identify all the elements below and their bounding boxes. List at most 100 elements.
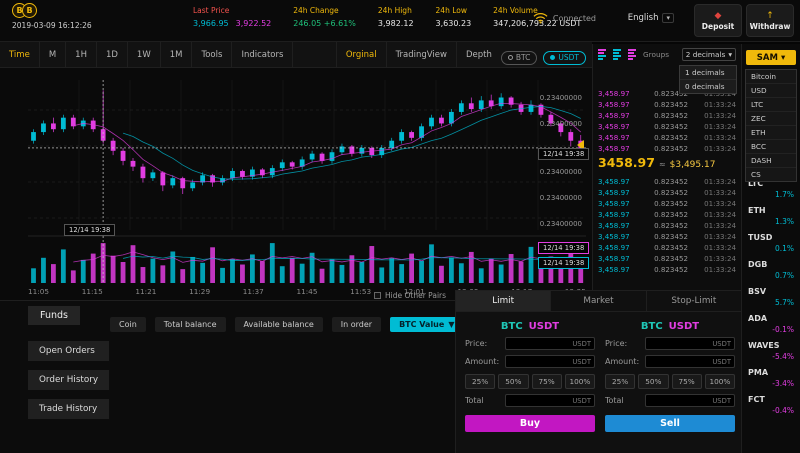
toolbar-m[interactable]: M — [40, 42, 67, 67]
candlestick-chart-area[interactable]: 0.23400000 0.23400000 0.23400000 0.23400000… — [0, 68, 592, 300]
toolbar-1w[interactable]: 1W — [128, 42, 161, 67]
trade-tab-stop-limit[interactable]: Stop-Limit — [647, 291, 741, 311]
market-option-bcc[interactable]: BCC — [746, 140, 796, 154]
price-cell: 3,458.97 — [598, 199, 630, 208]
market-option-ltc[interactable]: LTC — [746, 98, 796, 112]
market-option-usd[interactable]: USD — [746, 84, 796, 98]
orderbook-view-sells-icon[interactable] — [628, 49, 639, 60]
total-input[interactable]: USDT — [645, 394, 735, 407]
time-tick: 11:53 — [350, 287, 372, 296]
groups-option[interactable]: 0 decimals — [680, 79, 736, 93]
order-book-row[interactable]: 3,458.97 0.823452 01:33:24 — [593, 121, 741, 132]
coin-row-tusd[interactable]: TUSD 0.1% — [742, 230, 800, 257]
coin-row-bsv[interactable]: BSV 5.7% — [742, 284, 800, 311]
time-cell: 01:33:24 — [704, 188, 736, 197]
pair-toggle-usdt[interactable]: USDT — [543, 50, 586, 65]
toolbar-orginal[interactable]: Orginal — [335, 42, 386, 67]
coin-row-waves[interactable]: WAVES -5.4% — [742, 338, 800, 365]
order-book-row[interactable]: 3,458.97 0.823452 01:33:24 — [593, 143, 741, 154]
order-book-row[interactable]: 3,458.97 0.823452 01:33:24 — [593, 187, 741, 198]
price-input[interactable]: USDT — [505, 337, 595, 350]
percent-button-25[interactable]: 25% — [465, 374, 496, 389]
market-option-zec[interactable]: ZEC — [746, 112, 796, 126]
btc-value-select[interactable]: BTC Value ▼ — [390, 317, 464, 332]
coin-row-ada[interactable]: ADA -0.1% — [742, 311, 800, 338]
toolbar-tradingview[interactable]: TradingView — [385, 42, 456, 67]
order-book-row[interactable]: 3,458.97 0.823452 01:33:24 — [593, 176, 741, 187]
order-book-row[interactable]: 3,458.97 0.823452 01:33:24 — [593, 110, 741, 121]
order-book-row[interactable]: 3,458.97 0.823452 01:33:24 — [593, 99, 741, 110]
groups-option[interactable]: 1 decimals — [680, 66, 736, 79]
candlestick-chart[interactable] — [28, 80, 586, 285]
deposit-button[interactable]: ◆ Deposit — [694, 4, 742, 37]
funds-tab-trade-history[interactable]: Trade History — [28, 399, 110, 419]
order-book-row[interactable]: 3,458.97 0.823452 01:33:24 — [593, 220, 741, 231]
chart-toolbar: Time M 1H 1D 1W 1M Tools Indicators Orginal Trad… — [0, 42, 592, 68]
toolbar-1h[interactable]: 1H — [66, 42, 97, 67]
funds-column-available-balance[interactable]: Available balance — [234, 317, 323, 332]
coin-row-fct[interactable]: FCT -0.4% — [742, 392, 800, 419]
buy-button[interactable]: Buy — [465, 415, 595, 432]
orderbook-view-both-icon[interactable] — [598, 49, 609, 60]
sell-button[interactable]: Sell — [605, 415, 735, 432]
hide-other-pairs-checkbox[interactable]: Hide Other Pairs — [374, 291, 446, 300]
stat-label: 24h High — [377, 6, 412, 15]
unit-label: USDT — [712, 358, 731, 366]
groups-selected: 2 decimals — [685, 50, 726, 59]
market-option-eth[interactable]: ETH — [746, 126, 796, 140]
funds-column-total-balance[interactable]: Total balance — [154, 317, 226, 332]
toolbar-depth[interactable]: Depth — [455, 42, 501, 67]
header-stat: 24h Change 246.05 +6.61% — [293, 6, 356, 28]
language-selector[interactable]: English ▾ — [628, 13, 674, 23]
order-book-row[interactable]: 3,458.97 0.823452 01:33:24 — [593, 242, 741, 253]
stat-label: 24h Change — [293, 6, 339, 15]
amount-label: Amount: — [465, 357, 500, 366]
percent-button-25[interactable]: 25% — [605, 374, 636, 389]
market-option-dash[interactable]: DASH — [746, 154, 796, 168]
market-option-bitcoin[interactable]: Bitcoin — [746, 70, 796, 84]
market-selector[interactable]: SAM ▾ — [746, 50, 796, 65]
amount-input[interactable]: USDT — [505, 355, 595, 368]
funds-column-coin[interactable]: Coin — [110, 317, 146, 332]
market-option-cs[interactable]: CS — [746, 168, 796, 181]
percent-button-50[interactable]: 50% — [498, 374, 529, 389]
coin-row-eth[interactable]: ETH 1.3% — [742, 203, 800, 230]
funds-tab[interactable]: Funds — [28, 306, 80, 325]
header: B B 2019-03-09 16:12:26 Last Price 3,966.… — [0, 0, 800, 42]
toolbar-indicators[interactable]: Indicators — [232, 42, 294, 67]
toolbar-1d[interactable]: 1D — [97, 42, 128, 67]
orderbook-view-buys-icon[interactable] — [613, 49, 624, 60]
order-book-row[interactable]: 3,458.97 0.823452 01:33:24 — [593, 264, 741, 275]
percent-button-100[interactable]: 100% — [704, 374, 735, 389]
order-book-row[interactable]: 3,458.97 0.823452 01:33:24 — [593, 231, 741, 242]
percent-button-75[interactable]: 75% — [671, 374, 702, 389]
pair-toggle-btc[interactable]: BTC — [500, 50, 538, 65]
trade-tab-market[interactable]: Market — [551, 291, 647, 311]
funds-tab-order-history[interactable]: Order History — [28, 370, 110, 390]
percent-button-75[interactable]: 75% — [531, 374, 562, 389]
order-book-row[interactable]: 3,458.97 0.823452 01:33:24 — [593, 132, 741, 143]
amount-cell: 0.823452 — [654, 133, 688, 142]
percent-button-100[interactable]: 100% — [564, 374, 595, 389]
amount-input[interactable]: USDT — [645, 355, 735, 368]
order-book-last-price-row: 3458.97 ≈ $3,495.17 — [593, 155, 741, 170]
funds-tab-open-orders[interactable]: Open Orders — [28, 341, 110, 361]
order-book-row[interactable]: 3,458.97 0.823452 01:33:24 — [593, 253, 741, 264]
groups-select[interactable]: 2 decimals ▾ — [681, 48, 736, 61]
order-book-row[interactable]: 3,458.97 0.823452 01:33:24 — [593, 209, 741, 220]
coin-row-dgb[interactable]: DGB 0.7% — [742, 257, 800, 284]
toolbar-tools[interactable]: Tools — [192, 42, 233, 67]
percent-button-50[interactable]: 50% — [638, 374, 669, 389]
toolbar-1m[interactable]: 1M — [161, 42, 193, 67]
order-book-row[interactable]: 3,458.97 0.823452 01:33:24 — [593, 198, 741, 209]
trade-tab-limit[interactable]: Limit — [456, 291, 552, 311]
total-input[interactable]: USDT — [505, 394, 595, 407]
quote-currency: USDT — [528, 321, 560, 332]
funds-column-in-order[interactable]: In order — [331, 317, 382, 332]
time-cell: 01:33:24 — [704, 265, 736, 274]
price-input[interactable]: USDT — [645, 337, 735, 350]
coin-row-pma[interactable]: PMA -3.4% — [742, 365, 800, 392]
toolbar-time[interactable]: Time — [0, 42, 40, 67]
coin-list: LTC 1.7% ETH 1.3% TUSD 0.1% DGB 0.7% BSV 5.7% ADA -… — [742, 176, 800, 419]
withdraw-button[interactable]: ↑ Withdraw — [746, 4, 794, 37]
